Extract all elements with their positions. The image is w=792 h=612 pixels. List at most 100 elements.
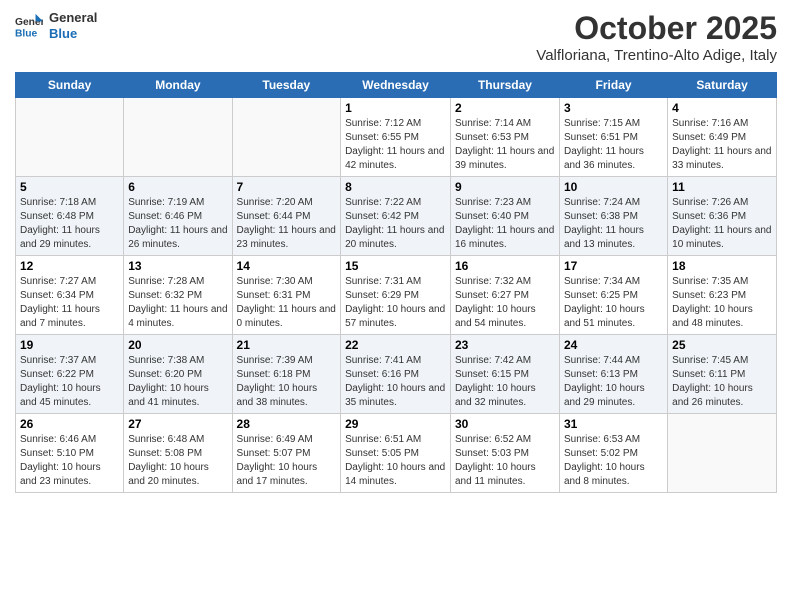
cell-text: Sunrise: 7:45 AM Sunset: 6:11 PM Dayligh… — [672, 354, 772, 410]
calendar-cell: 26Sunrise: 6:46 AM Sunset: 5:10 PM Dayli… — [16, 414, 124, 493]
date-number: 28 — [237, 417, 337, 431]
cell-text: Sunrise: 6:46 AM Sunset: 5:10 PM Dayligh… — [20, 433, 119, 489]
calendar-cell: 17 Sunrise: 7:34 AM Sunset: 6:25 PM Dayli… — [559, 256, 667, 335]
calendar-cell: 29Sunrise: 6:51 AM Sunset: 5:05 PM Dayli… — [341, 414, 451, 493]
date-number: 5 — [20, 180, 119, 194]
calendar-cell: 12 Sunrise: 7:27 AM Sunset: 6:34 PM Dayli… — [16, 256, 124, 335]
cell-text: Sunrise: 7:34 AM Sunset: 6:25 PM Dayligh… — [564, 275, 663, 331]
calendar-cell: 27 Sunrise: 6:48 AM Sunset: 5:08 PM Dayli… — [124, 414, 232, 493]
date-number: 8 — [345, 180, 446, 194]
logo: General Blue General Blue — [15, 10, 97, 41]
date-number: 20 — [128, 338, 227, 352]
date-number: 23 — [455, 338, 555, 352]
logo-line2: Blue — [49, 26, 97, 42]
calendar-cell: 9Sunrise: 7:23 AM Sunset: 6:40 PM Daylig… — [450, 177, 559, 256]
calendar-cell: 8 Sunrise: 7:22 AM Sunset: 6:42 PM Daylig… — [341, 177, 451, 256]
cell-text: Sunrise: 7:30 AM Sunset: 6:31 PM Dayligh… — [237, 275, 337, 331]
header-row: SundayMondayTuesdayWednesdayThursdayFrid… — [16, 73, 777, 98]
date-number: 14 — [237, 259, 337, 273]
date-number: 17 — [564, 259, 663, 273]
cell-text: Sunrise: 7:14 AM Sunset: 6:53 PM Dayligh… — [455, 117, 555, 173]
calendar-cell: 18Sunrise: 7:35 AM Sunset: 6:23 PM Dayli… — [668, 256, 777, 335]
calendar-cell: 1 Sunrise: 7:12 AM Sunset: 6:55 PM Daylig… — [341, 98, 451, 177]
cell-text: Sunrise: 7:37 AM Sunset: 6:22 PM Dayligh… — [20, 354, 119, 410]
month-title: October 2025 — [536, 10, 777, 47]
cell-text: Sunrise: 7:31 AM Sunset: 6:29 PM Dayligh… — [345, 275, 446, 331]
cell-text: Sunrise: 7:38 AM Sunset: 6:20 PM Dayligh… — [128, 354, 227, 410]
cell-text: Sunrise: 6:49 AM Sunset: 5:07 PM Dayligh… — [237, 433, 337, 489]
cell-text: Sunrise: 6:51 AM Sunset: 5:05 PM Dayligh… — [345, 433, 446, 489]
calendar-cell: 5 Sunrise: 7:18 AM Sunset: 6:48 PM Daylig… — [16, 177, 124, 256]
location-subtitle: Valfloriana, Trentino-Alto Adige, Italy — [536, 47, 777, 64]
cell-text: Sunrise: 6:48 AM Sunset: 5:08 PM Dayligh… — [128, 433, 227, 489]
date-number: 15 — [345, 259, 446, 273]
calendar-cell: 24 Sunrise: 7:44 AM Sunset: 6:13 PM Dayli… — [559, 335, 667, 414]
date-number: 6 — [128, 180, 227, 194]
calendar-cell: 14 Sunrise: 7:30 AM Sunset: 6:31 PM Dayli… — [232, 256, 341, 335]
day-header-wednesday: Wednesday — [341, 73, 451, 98]
cell-text: Sunrise: 7:41 AM Sunset: 6:16 PM Dayligh… — [345, 354, 446, 410]
cell-text: Sunrise: 7:22 AM Sunset: 6:42 PM Dayligh… — [345, 196, 446, 252]
cell-text: Sunrise: 7:16 AM Sunset: 6:49 PM Dayligh… — [672, 117, 772, 173]
calendar-cell: 2 Sunrise: 7:14 AM Sunset: 6:53 PM Daylig… — [450, 98, 559, 177]
date-number: 19 — [20, 338, 119, 352]
date-number: 9 — [455, 180, 555, 194]
date-number: 25 — [672, 338, 772, 352]
date-number: 11 — [672, 180, 772, 194]
calendar-cell: 6Sunrise: 7:19 AM Sunset: 6:46 PM Daylig… — [124, 177, 232, 256]
calendar-cell — [232, 98, 341, 177]
date-number: 12 — [20, 259, 119, 273]
cell-text: Sunrise: 7:42 AM Sunset: 6:15 PM Dayligh… — [455, 354, 555, 410]
day-header-sunday: Sunday — [16, 73, 124, 98]
cell-text: Sunrise: 7:39 AM Sunset: 6:18 PM Dayligh… — [237, 354, 337, 410]
calendar-cell — [124, 98, 232, 177]
cell-text: Sunrise: 7:24 AM Sunset: 6:38 PM Dayligh… — [564, 196, 663, 252]
week-row-3: 12 Sunrise: 7:27 AM Sunset: 6:34 PM Dayli… — [16, 256, 777, 335]
calendar-cell: 25 Sunrise: 7:45 AM Sunset: 6:11 PM Dayli… — [668, 335, 777, 414]
day-header-saturday: Saturday — [668, 73, 777, 98]
logo-icon: General Blue — [15, 12, 43, 40]
calendar-cell: 19 Sunrise: 7:37 AM Sunset: 6:22 PM Dayli… — [16, 335, 124, 414]
cell-text: Sunrise: 7:15 AM Sunset: 6:51 PM Dayligh… — [564, 117, 663, 173]
calendar-cell: 3Sunrise: 7:15 AM Sunset: 6:51 PM Daylig… — [559, 98, 667, 177]
calendar-cell: 7 Sunrise: 7:20 AM Sunset: 6:44 PM Daylig… — [232, 177, 341, 256]
cell-text: Sunrise: 6:53 AM Sunset: 5:02 PM Dayligh… — [564, 433, 663, 489]
date-number: 24 — [564, 338, 663, 352]
week-row-4: 19 Sunrise: 7:37 AM Sunset: 6:22 PM Dayli… — [16, 335, 777, 414]
calendar-cell: 28 Sunrise: 6:49 AM Sunset: 5:07 PM Dayli… — [232, 414, 341, 493]
cell-text: Sunrise: 7:20 AM Sunset: 6:44 PM Dayligh… — [237, 196, 337, 252]
date-number: 21 — [237, 338, 337, 352]
calendar-cell: 31 Sunrise: 6:53 AM Sunset: 5:02 PM Dayli… — [559, 414, 667, 493]
date-number: 22 — [345, 338, 446, 352]
calendar-table: SundayMondayTuesdayWednesdayThursdayFrid… — [15, 72, 777, 493]
calendar-cell: 10Sunrise: 7:24 AM Sunset: 6:38 PM Dayli… — [559, 177, 667, 256]
cell-text: Sunrise: 7:28 AM Sunset: 6:32 PM Dayligh… — [128, 275, 227, 331]
date-number: 18 — [672, 259, 772, 273]
calendar-cell: 23 Sunrise: 7:42 AM Sunset: 6:15 PM Dayli… — [450, 335, 559, 414]
date-number: 31 — [564, 417, 663, 431]
day-header-friday: Friday — [559, 73, 667, 98]
calendar-cell: 4 Sunrise: 7:16 AM Sunset: 6:49 PM Daylig… — [668, 98, 777, 177]
date-number: 16 — [455, 259, 555, 273]
week-row-1: 1 Sunrise: 7:12 AM Sunset: 6:55 PM Daylig… — [16, 98, 777, 177]
day-header-thursday: Thursday — [450, 73, 559, 98]
week-row-5: 26Sunrise: 6:46 AM Sunset: 5:10 PM Dayli… — [16, 414, 777, 493]
date-number: 7 — [237, 180, 337, 194]
calendar-cell: 11Sunrise: 7:26 AM Sunset: 6:36 PM Dayli… — [668, 177, 777, 256]
calendar-cell — [668, 414, 777, 493]
date-number: 2 — [455, 101, 555, 115]
calendar-cell: 13 Sunrise: 7:28 AM Sunset: 6:32 PM Dayli… — [124, 256, 232, 335]
svg-text:Blue: Blue — [15, 28, 38, 39]
cell-text: Sunrise: 7:27 AM Sunset: 6:34 PM Dayligh… — [20, 275, 119, 331]
week-row-2: 5 Sunrise: 7:18 AM Sunset: 6:48 PM Daylig… — [16, 177, 777, 256]
cell-text: Sunrise: 7:44 AM Sunset: 6:13 PM Dayligh… — [564, 354, 663, 410]
date-number: 27 — [128, 417, 227, 431]
cell-text: Sunrise: 7:12 AM Sunset: 6:55 PM Dayligh… — [345, 117, 446, 173]
calendar-cell: 16Sunrise: 7:32 AM Sunset: 6:27 PM Dayli… — [450, 256, 559, 335]
cell-text: Sunrise: 7:18 AM Sunset: 6:48 PM Dayligh… — [20, 196, 119, 252]
logo-line1: General — [49, 10, 97, 26]
date-number: 4 — [672, 101, 772, 115]
calendar-cell: 15 Sunrise: 7:31 AM Sunset: 6:29 PM Dayli… — [341, 256, 451, 335]
date-number: 1 — [345, 101, 446, 115]
date-number: 13 — [128, 259, 227, 273]
